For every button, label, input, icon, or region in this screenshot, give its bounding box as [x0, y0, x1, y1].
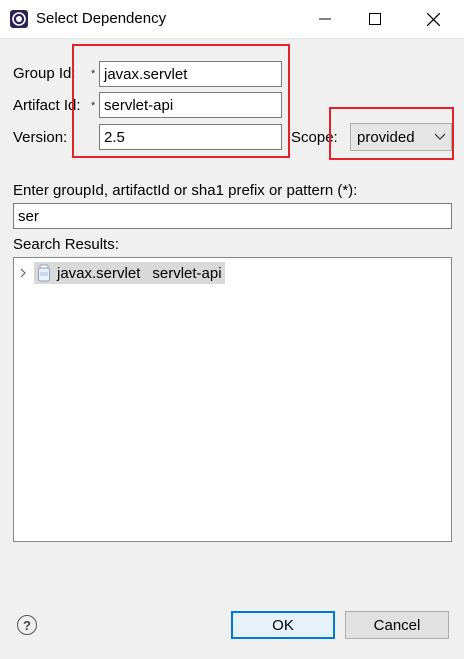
annotation-box-scope: [329, 107, 454, 160]
version-label: Version:: [13, 129, 68, 146]
group-id-label: Group Id:: [13, 65, 76, 82]
selected-result[interactable]: javax.servlet servlet-api: [34, 262, 225, 284]
minimize-button[interactable]: [302, 0, 348, 38]
maximize-icon: [369, 13, 381, 25]
maximize-button[interactable]: [352, 0, 398, 38]
search-input[interactable]: ser: [13, 203, 452, 229]
search-prompt: Enter groupId, artifactId or sha1 prefix…: [13, 182, 358, 199]
close-icon: [426, 12, 440, 26]
result-artifact: servlet-api: [152, 264, 222, 282]
help-icon[interactable]: ?: [17, 615, 37, 635]
window-title: Select Dependency: [36, 10, 167, 27]
search-value: ser: [18, 207, 39, 225]
close-button[interactable]: [410, 0, 456, 38]
jar-icon: [38, 264, 50, 282]
search-results-label: Search Results:: [13, 236, 119, 253]
annotation-box-coordinates: [72, 44, 290, 158]
ok-button[interactable]: OK: [231, 611, 335, 639]
eclipse-icon: [10, 10, 28, 28]
result-group: javax.servlet: [57, 264, 141, 282]
chevron-right-icon[interactable]: [20, 268, 28, 278]
minimize-icon: [319, 18, 331, 20]
cancel-button[interactable]: Cancel: [345, 611, 449, 639]
search-results-list[interactable]: [13, 257, 452, 542]
result-row[interactable]: javax.servlet servlet-api: [20, 262, 225, 284]
artifact-id-label: Artifact Id:: [13, 97, 81, 114]
